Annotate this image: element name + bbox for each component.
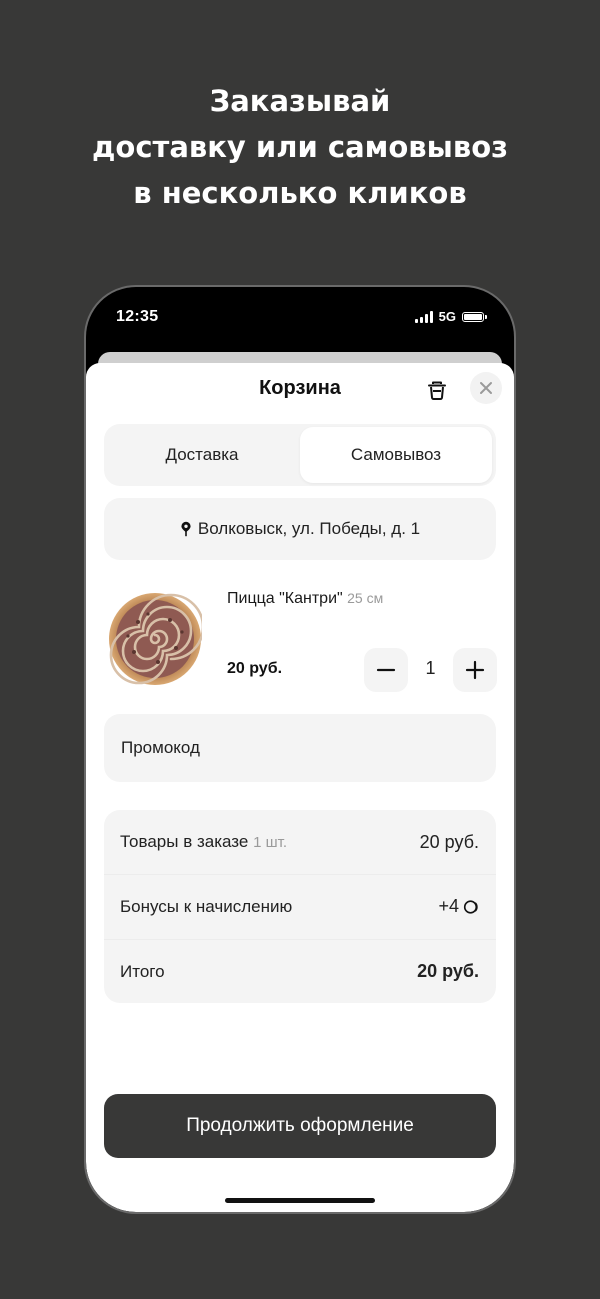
close-button[interactable]: [470, 372, 502, 404]
promo-code-field[interactable]: Промокод: [104, 714, 496, 782]
headline-line-2: доставку или самовывоз: [91, 130, 508, 164]
item-title: Пицца "Кантри": [227, 590, 343, 607]
plus-icon: [465, 660, 485, 680]
promo-code-label: Промокод: [121, 738, 200, 757]
minus-icon: [376, 668, 396, 672]
tab-delivery[interactable]: Доставка: [104, 424, 300, 486]
status-indicators: 5G: [414, 309, 487, 324]
items-label: Товары в заказе: [120, 832, 249, 851]
address-text: Волковыск, ул. Победы, д. 1: [197, 519, 421, 538]
continue-checkout-button[interactable]: Продолжить оформление: [104, 1094, 496, 1158]
delivery-type-switch: Доставка Самовывоз: [104, 424, 496, 486]
items-value: 20 руб.: [419, 831, 479, 852]
bonus-label: Бонусы к начислению: [120, 896, 293, 916]
summary-total-row: Итого 20 руб.: [104, 939, 496, 1003]
order-summary: Товары в заказе 1 шт. 20 руб. Бонусы к н…: [104, 810, 496, 1003]
bonus-coin-icon: [463, 899, 478, 914]
location-pin-icon: [181, 521, 191, 537]
increase-quantity-button[interactable]: [453, 648, 497, 692]
network-type: 5G: [438, 309, 456, 324]
trash-icon[interactable]: [425, 378, 449, 402]
bonus-amount: +4: [438, 896, 479, 917]
cart-title: Корзина: [259, 377, 341, 399]
total-label: Итого: [120, 961, 165, 981]
pickup-address[interactable]: Волковыск, ул. Победы, д. 1: [104, 498, 496, 560]
continue-checkout-label: Продолжить оформление: [186, 1115, 414, 1136]
home-indicator: [225, 1198, 375, 1203]
headline-line-3: в несколько кликов: [133, 176, 467, 210]
summary-bonus-row: Бонусы к начислению +4: [104, 874, 496, 938]
item-price: 20 руб.: [227, 660, 283, 677]
quantity-value: 1: [425, 658, 436, 678]
decrease-quantity-button[interactable]: [364, 648, 408, 692]
pizza-image: [109, 593, 202, 685]
cart-sheet: Корзина Доставка Самовывоз Волковыск, ул…: [86, 363, 514, 1212]
bonus-value: +4: [438, 896, 459, 916]
items-count: 1 шт.: [253, 834, 287, 851]
status-time: 12:35: [116, 308, 159, 325]
promo-headline: Заказывай доставку или самовывоз в неско…: [0, 78, 600, 216]
summary-items-row: Товары в заказе 1 шт. 20 руб.: [104, 810, 496, 874]
phone-frame: 12:35 5G Корзина Доставка Самовывоз Волк…: [86, 287, 514, 1212]
status-bar: 12:35 5G: [86, 287, 514, 349]
total-value: 20 руб.: [417, 961, 479, 981]
item-size: 25 см: [347, 590, 384, 606]
item-name: Пицца "Кантри" 25 см: [227, 590, 383, 608]
tab-pickup[interactable]: Самовывоз: [300, 427, 492, 483]
headline-line-1: Заказывай: [209, 84, 391, 118]
battery-icon: [462, 311, 487, 322]
close-icon: [480, 382, 492, 394]
signal-icon: [414, 310, 433, 323]
